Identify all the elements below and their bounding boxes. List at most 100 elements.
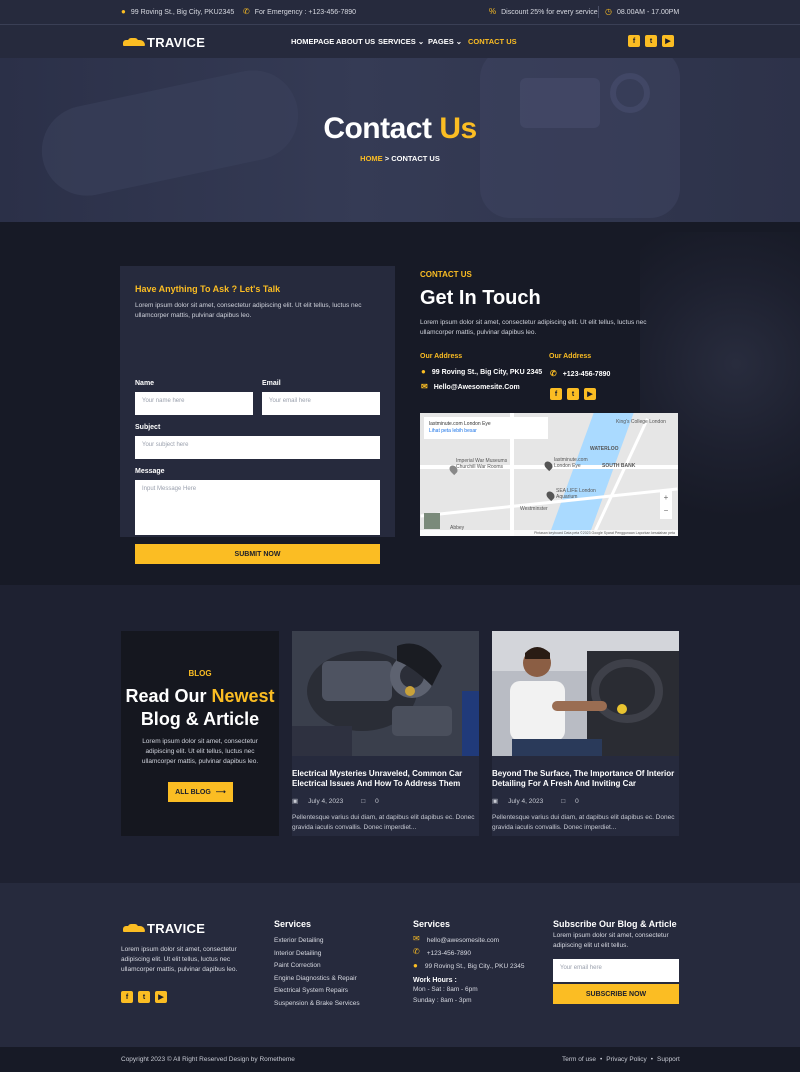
post-title[interactable]: Electrical Mysteries Unraveled, Common C… <box>292 769 479 789</box>
youtube-icon[interactable]: ▶ <box>662 35 674 47</box>
separator: • <box>599 1056 603 1063</box>
chevron-down-icon: ⌄ <box>455 37 463 46</box>
footer-phone-text[interactable]: +123-456-7890 <box>427 948 471 961</box>
nav-contact-us[interactable]: CONTACT US <box>468 37 517 46</box>
email-line: ✉ Hello@Awesomesite.Com <box>421 383 520 391</box>
footer-service-link[interactable]: Interior Detailing <box>274 948 360 961</box>
blog-tag: BLOG <box>188 669 212 678</box>
footer-service-link[interactable]: Paint Correction <box>274 960 360 973</box>
calendar-icon: ▣ <box>492 798 499 805</box>
support-link[interactable]: Support <box>657 1056 680 1063</box>
location-pin-icon: ● <box>121 7 126 16</box>
footer-service-link[interactable]: Suspension & Brake Services <box>274 998 360 1011</box>
contact-subtitle: CONTACT US <box>420 270 472 279</box>
all-blog-button[interactable]: ALL BLOG ⟶ <box>168 782 233 802</box>
map-zoom-controls[interactable]: + − <box>660 491 672 519</box>
contact-form-card: Have Anything To Ask ? Let's Talk Lorem … <box>120 266 395 564</box>
twitter-icon[interactable]: t <box>645 35 657 47</box>
footer-hours-2: Sunday : 8am - 3pm <box>413 996 472 1004</box>
nav-homepage[interactable]: HOMEPAGE <box>291 37 334 46</box>
envelope-icon: ✉ <box>421 382 428 391</box>
address-text: 99 Roving St., Big City, PKU 2345 <box>431 368 543 376</box>
submit-button[interactable]: SUBMIT NOW <box>135 544 380 564</box>
map-label: WATERLOO <box>590 446 619 452</box>
footer-subscribe-title: Subscribe Our Blog & Article <box>553 919 677 929</box>
clock-icon: ◷ <box>605 7 612 16</box>
contact-title: Get In Touch <box>420 287 541 309</box>
page-hero: Contact Us HOME > CONTACT US <box>0 58 800 222</box>
privacy-policy-link[interactable]: Privacy Policy <box>606 1056 646 1063</box>
twitter-icon[interactable]: t <box>567 388 579 400</box>
email-input[interactable]: Your email here <box>262 392 380 415</box>
name-input[interactable]: Your name here <box>135 392 253 415</box>
blog-intro-card: BLOG Read Our Newest Blog & Article Lorem… <box>121 631 279 836</box>
phone-icon: ✆ <box>413 946 420 956</box>
footer-services-column: Services Exterior Detailing Interior Det… <box>274 919 360 1010</box>
address-heading: Our Address <box>420 353 463 360</box>
phone-icon: ✆ <box>550 369 557 378</box>
post-meta: ▣ July 4, 2023 □ 0 <box>292 797 379 806</box>
footer-service-link[interactable]: Electrical System Repairs <box>274 985 360 998</box>
map-satellite-toggle[interactable] <box>424 513 440 529</box>
location-pin-icon: ● <box>421 367 426 376</box>
message-textarea[interactable]: Input Message Here <box>135 480 380 535</box>
nav-about-us[interactable]: ABOUT US <box>336 37 375 46</box>
comment-icon: □ <box>561 797 566 805</box>
youtube-icon[interactable]: ▶ <box>584 388 596 400</box>
footer-address: ● 99 Roving St., Big City., PKU 2345 <box>413 962 528 972</box>
google-map[interactable]: lastminute.com London Eye Lihat peta leb… <box>420 413 678 536</box>
topbar-address-text: 99 Roving St., Big City, PKU2345 <box>130 8 235 16</box>
copyright: Copyright 2023 © All Right Reserved Desi… <box>121 1056 295 1063</box>
post-excerpt: Pellentesque varius dui diam, at dapibus… <box>292 814 475 831</box>
blog-post-card[interactable]: Beyond The Surface, The Importance Of In… <box>492 631 679 836</box>
footer-phone: ✆ +123-456-7890 <box>413 946 528 961</box>
footer-brand-name: TRAVICE <box>147 921 206 936</box>
blog-title-a: Read Our <box>125 686 207 706</box>
topbar-discount-text: Discount 25% for every service <box>501 8 598 16</box>
map-larger-link[interactable]: Lihat peta lebih besar <box>429 428 543 435</box>
facebook-icon[interactable]: f <box>121 991 133 1003</box>
twitter-icon[interactable]: t <box>138 991 150 1003</box>
footer-service-link[interactable]: Exterior Detailing <box>274 935 360 948</box>
comment-icon: □ <box>361 797 366 805</box>
car-interior-photo[interactable] <box>492 631 679 756</box>
blog-section: BLOG Read Our Newest Blog & Article Lorem… <box>0 585 800 883</box>
footer-brand-logo[interactable]: TRAVICE <box>123 921 205 936</box>
contact-social-links: f t ▶ <box>550 388 596 400</box>
phone-icon: ✆ <box>243 7 250 16</box>
hero-background-knob <box>610 73 650 113</box>
term-of-use-link[interactable]: Term of use <box>562 1056 596 1063</box>
blog-post-card[interactable]: Electrical Mysteries Unraveled, Common C… <box>292 631 479 836</box>
footer-service-link[interactable]: Engine Diagnostics & Repair <box>274 973 360 986</box>
chevron-down-icon: ⌄ <box>417 37 425 46</box>
nav-services[interactable]: SERVICES ⌄ <box>378 37 424 46</box>
engine-photo[interactable] <box>292 631 479 756</box>
facebook-icon[interactable]: f <box>550 388 562 400</box>
map-marker-icon[interactable] <box>542 459 555 472</box>
post-title[interactable]: Beyond The Surface, The Importance Of In… <box>492 769 679 789</box>
calendar-icon: ▣ <box>292 798 299 805</box>
footer-email-text[interactable]: hello@awesomesite.com <box>427 935 499 948</box>
subject-input[interactable]: Your subject here <box>135 436 380 459</box>
phone-line: ✆ +123-456-7890 <box>550 370 610 378</box>
footer-subscribe-column: Subscribe Our Blog & Article Lorem ipsum… <box>553 919 679 951</box>
percent-icon: % <box>489 7 497 16</box>
subscribe-button[interactable]: SUBSCRIBE NOW <box>553 984 679 1004</box>
topbar-emergency-text: For Emergency : +123-456-7890 <box>254 8 357 16</box>
youtube-icon[interactable]: ▶ <box>155 991 167 1003</box>
facebook-icon[interactable]: f <box>628 35 640 47</box>
phone-text[interactable]: +123-456-7890 <box>563 371 611 378</box>
footer-contact-title: Services <box>413 919 451 929</box>
email-text[interactable]: Hello@Awesomesite.Com <box>434 384 520 391</box>
subscribe-email-input[interactable]: Your email here <box>553 959 679 982</box>
nav-pages[interactable]: PAGES ⌄ <box>428 37 462 46</box>
breadcrumb-separator: > <box>384 154 390 163</box>
breadcrumb-home[interactable]: HOME <box>360 154 383 163</box>
nav-services-label: SERVICES <box>378 37 416 46</box>
post-comments: 0 <box>375 797 379 805</box>
post-date: July 4, 2023 <box>508 797 544 805</box>
footer-contact-column: Services ✉ hello@awesomesite.com ✆ +123-45… <box>413 919 528 1005</box>
blog-title-c: Blog & Article <box>140 709 260 729</box>
topbar-hours-text: 08.00AM - 17.00PM <box>616 8 680 16</box>
map-place-name: lastminute.com London Eye <box>429 421 491 427</box>
